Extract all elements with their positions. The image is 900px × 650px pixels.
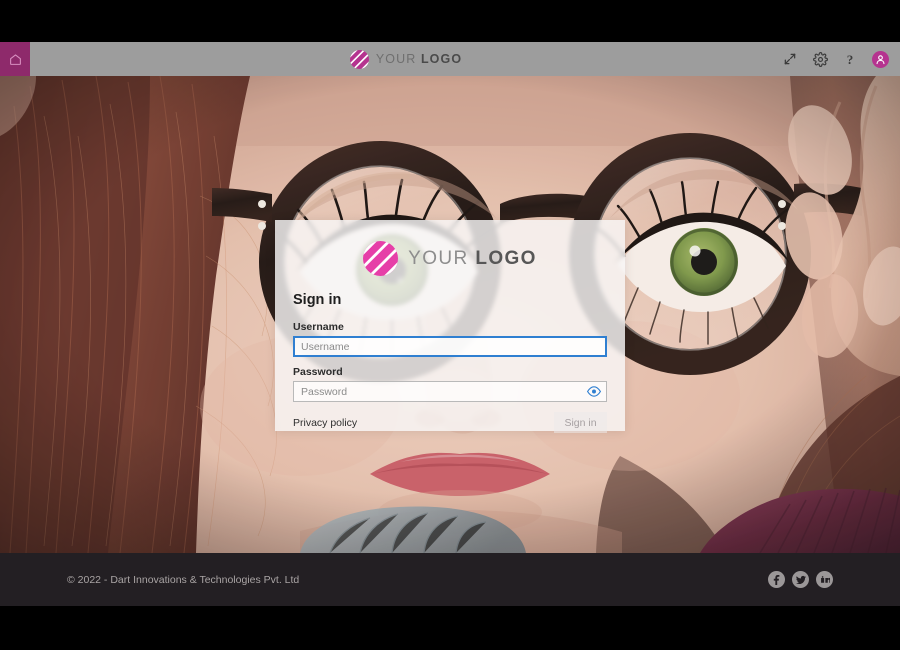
eye-icon[interactable] xyxy=(587,386,601,398)
header-actions: ? xyxy=(782,50,900,68)
username-input[interactable] xyxy=(293,336,607,357)
privacy-policy-link[interactable]: Privacy policy xyxy=(293,417,357,429)
avatar[interactable] xyxy=(872,50,889,68)
app-header: YOUR LOGO ? xyxy=(0,42,900,76)
page-title: Sign in xyxy=(293,292,342,308)
app-footer: © 2022 - Dart Innovations & Technologies… xyxy=(0,553,900,606)
app-window: YOUR LOGO ? YOUR LOGO Sign in Username U… xyxy=(0,0,900,650)
sign-in-button[interactable]: Sign in xyxy=(554,412,607,433)
home-icon xyxy=(9,53,22,66)
card-brand-text: YOUR LOGO xyxy=(408,249,537,268)
twitter-icon[interactable] xyxy=(792,571,809,588)
username-label: Username xyxy=(293,321,344,333)
header-brand-text: YOUR LOGO xyxy=(376,53,462,66)
brand-word-secondary: LOGO xyxy=(420,51,463,66)
card-footer: Privacy policy Sign in xyxy=(293,412,607,433)
copyright-text: © 2022 - Dart Innovations & Technologies… xyxy=(67,573,300,586)
window-chrome-bottom xyxy=(0,606,900,650)
header-brand: YOUR LOGO xyxy=(30,42,782,76)
home-button[interactable] xyxy=(0,42,30,76)
brand-word-primary: YOUR xyxy=(375,51,417,66)
help-icon[interactable]: ? xyxy=(842,51,858,67)
social-links xyxy=(768,571,833,588)
login-card: YOUR LOGO Sign in Username Password Priv… xyxy=(275,220,625,433)
fullscreen-icon[interactable] xyxy=(782,51,798,67)
card-brand-word-primary: YOUR xyxy=(408,247,469,269)
password-label: Password xyxy=(293,366,343,378)
password-field-wrap xyxy=(293,381,607,402)
linkedin-icon[interactable] xyxy=(816,571,833,588)
card-brand-word-secondary: LOGO xyxy=(475,247,537,269)
card-brand: YOUR LOGO xyxy=(293,238,607,278)
gear-icon[interactable] xyxy=(812,51,828,67)
striped-circle-logo-mark xyxy=(363,240,399,276)
window-chrome-top xyxy=(0,0,900,42)
password-input[interactable] xyxy=(293,381,607,402)
username-field-wrap xyxy=(293,336,607,357)
facebook-icon[interactable] xyxy=(768,571,785,588)
striped-circle-logo-mark xyxy=(349,49,369,69)
